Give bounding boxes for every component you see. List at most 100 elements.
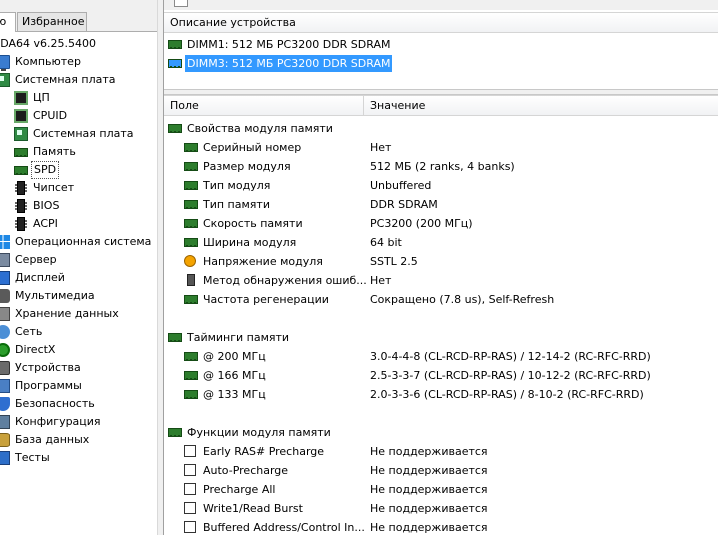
tree-item-label: Дисплей bbox=[15, 271, 65, 284]
property-value: Нет bbox=[370, 141, 392, 154]
content-pane: Описание устройства DIMM1: 512 МБ PC3200… bbox=[164, 0, 718, 535]
ram-icon bbox=[184, 162, 198, 171]
checkbox-icon bbox=[184, 502, 196, 514]
column-header-value[interactable]: Значение bbox=[364, 95, 718, 116]
directx-icon bbox=[0, 343, 10, 357]
section-label: Функции модуля памяти bbox=[187, 426, 331, 439]
property-field: Тип памяти bbox=[203, 198, 270, 211]
ram-icon bbox=[168, 428, 182, 437]
property-value: 3.0-4-4-8 (CL-RCD-RP-RAS) / 12-14-2 (RC-… bbox=[370, 350, 651, 363]
tree-item-label: Тесты bbox=[15, 451, 50, 464]
device-description-header: Описание устройства bbox=[164, 12, 718, 33]
property-value: Не поддерживается bbox=[370, 464, 488, 477]
voltage-icon bbox=[184, 255, 196, 267]
cpuid-icon bbox=[14, 109, 28, 123]
navigation-tree: IDA64 v6.25.5400 Компьютер Системная пла… bbox=[0, 31, 157, 535]
ram-icon bbox=[184, 352, 198, 361]
tree-item-label: Чипсет bbox=[33, 181, 75, 194]
tree-item-label: Сервер bbox=[15, 253, 57, 266]
ram-icon bbox=[184, 200, 198, 209]
display-icon bbox=[0, 271, 10, 285]
database-icon bbox=[0, 433, 10, 447]
ram-icon bbox=[184, 219, 198, 228]
chipset-icon bbox=[15, 181, 27, 195]
windows-icon bbox=[0, 235, 10, 249]
section-label: Свойства модуля памяти bbox=[187, 122, 333, 135]
property-value: Не поддерживается bbox=[370, 445, 488, 458]
tree-item-label: Мультимедиа bbox=[15, 289, 95, 302]
property-value: DDR SDRAM bbox=[370, 198, 438, 211]
checkbox-icon bbox=[184, 483, 196, 495]
tab-favorites[interactable]: Избранное bbox=[17, 12, 87, 31]
tree-item-label: IDA64 v6.25.5400 bbox=[0, 37, 97, 50]
security-icon bbox=[0, 397, 10, 411]
property-field: Buffered Address/Control In... bbox=[203, 521, 365, 534]
property-field: Precharge All bbox=[203, 483, 276, 496]
ram-icon bbox=[184, 143, 198, 152]
property-value: Сокращено (7.8 us), Self-Refresh bbox=[370, 293, 555, 306]
tree-item-label: Программы bbox=[15, 379, 82, 392]
tree-item-label: Устройства bbox=[15, 361, 81, 374]
tree-item-label: Конфигурация bbox=[15, 415, 101, 428]
device-item-label: DIMM1: 512 МБ PC3200 DDR SDRAM bbox=[187, 38, 391, 51]
navigation-pane: ю Избранное IDA64 v6.25.5400 Компьютер С… bbox=[0, 0, 157, 535]
pane-splitter[interactable] bbox=[157, 0, 164, 535]
device-item-label: DIMM3: 512 МБ PC3200 DDR SDRAM bbox=[185, 55, 393, 72]
motherboard-icon bbox=[0, 73, 10, 87]
property-field: Early RAS# Precharge bbox=[203, 445, 325, 458]
motherboard-icon bbox=[14, 127, 28, 141]
memory-icon bbox=[14, 148, 28, 157]
storage-icon bbox=[0, 307, 10, 321]
tree-item-label: ACPI bbox=[33, 217, 58, 230]
checkbox-icon bbox=[184, 445, 196, 457]
property-value: 512 МБ (2 ranks, 4 banks) bbox=[370, 160, 515, 173]
property-field: Тип модуля bbox=[203, 179, 271, 192]
tree-item-label: Сеть bbox=[15, 325, 43, 338]
property-field: @ 133 МГц bbox=[203, 388, 266, 401]
property-list: Свойства модуля памяти Серийный номер Не… bbox=[164, 117, 718, 535]
property-field: Метод обнаружения ошиб... bbox=[203, 274, 367, 287]
server-icon bbox=[0, 253, 10, 267]
ram-icon bbox=[168, 124, 182, 133]
property-value: Не поддерживается bbox=[370, 483, 488, 496]
programs-icon bbox=[0, 379, 10, 393]
tab-menu[interactable]: ю bbox=[0, 12, 16, 32]
property-value: Нет bbox=[370, 274, 392, 287]
tree-item-label: BIOS bbox=[33, 199, 60, 212]
property-value: 2.0-3-3-6 (CL-RCD-RP-RAS) / 8-10-2 (RC-R… bbox=[370, 388, 644, 401]
property-field: @ 200 МГц bbox=[203, 350, 266, 363]
checkbox-icon bbox=[184, 521, 196, 533]
ram-icon bbox=[168, 40, 182, 49]
property-value: Unbuffered bbox=[370, 179, 432, 192]
ram-icon bbox=[184, 238, 198, 247]
tests-icon bbox=[0, 451, 10, 465]
ram-icon bbox=[184, 390, 198, 399]
device-list: DIMM1: 512 МБ PC3200 DDR SDRAM DIMM3: 51… bbox=[164, 34, 718, 89]
property-value: Не поддерживается bbox=[370, 502, 488, 515]
tab-strip: ю Избранное bbox=[0, 0, 157, 32]
computer-icon bbox=[0, 55, 10, 71]
ram-icon bbox=[184, 181, 198, 190]
toolbar-checkbox[interactable] bbox=[174, 0, 188, 7]
column-header-field[interactable]: Поле bbox=[164, 95, 364, 116]
tree-item-label: DirectX bbox=[15, 343, 56, 356]
section-label: Тайминги памяти bbox=[187, 331, 290, 344]
tree-item-label: Операционная система bbox=[15, 235, 152, 248]
checkbox-icon bbox=[184, 464, 196, 476]
property-field: Auto-Precharge bbox=[203, 464, 289, 477]
devices-icon bbox=[0, 361, 10, 375]
tree-item-label: Память bbox=[33, 145, 76, 158]
cpu-icon bbox=[14, 91, 28, 105]
property-value: SSTL 2.5 bbox=[370, 255, 418, 268]
ram-icon bbox=[184, 371, 198, 380]
ram-icon bbox=[168, 59, 182, 68]
bios-icon bbox=[15, 199, 27, 213]
tree-item-label: Безопасность bbox=[15, 397, 95, 410]
property-field: Размер модуля bbox=[203, 160, 291, 173]
ram-icon bbox=[168, 333, 182, 342]
tree-item-label: База данных bbox=[15, 433, 90, 446]
property-field: Скорость памяти bbox=[203, 217, 303, 230]
property-field: Частота регенерации bbox=[203, 293, 329, 306]
tree-item-label: CPUID bbox=[33, 109, 68, 122]
network-icon bbox=[0, 325, 10, 339]
